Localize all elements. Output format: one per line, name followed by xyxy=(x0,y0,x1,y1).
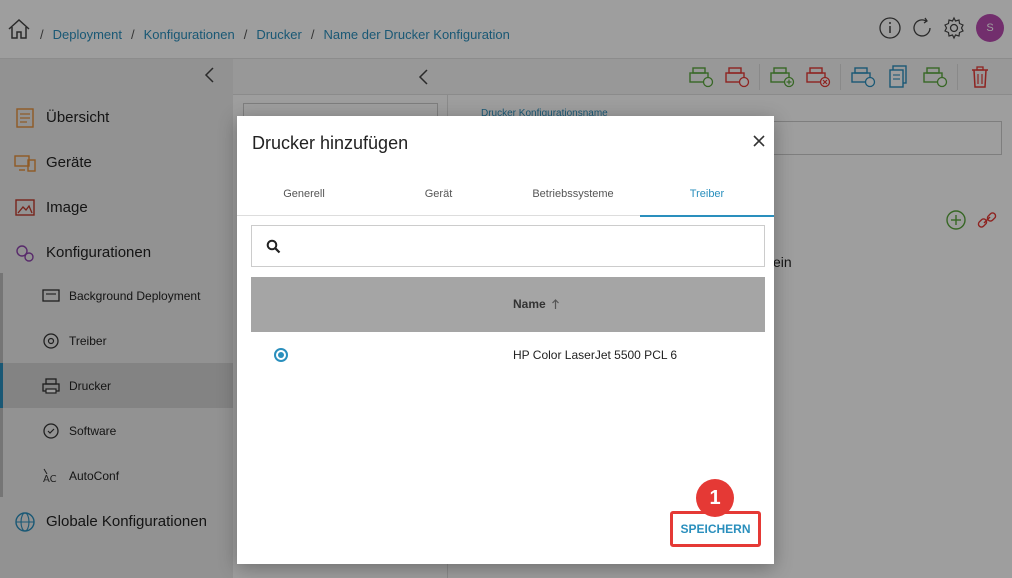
row-radio-selected[interactable] xyxy=(274,348,288,362)
search-icon xyxy=(266,239,281,254)
table-header: Name xyxy=(251,277,765,332)
dialog-tabs: Generell Gerät Betriebssysteme Treiber xyxy=(237,171,774,217)
tab-generell[interactable]: Generell xyxy=(237,171,371,216)
close-icon[interactable] xyxy=(753,135,765,147)
sort-ascending-icon xyxy=(551,298,559,309)
add-printer-dialog: Drucker hinzufügen Generell Gerät Betrie… xyxy=(237,116,774,564)
step-marker-badge: 1 xyxy=(696,479,734,517)
dialog-title: Drucker hinzufügen xyxy=(252,133,409,153)
tab-geraet[interactable]: Gerät xyxy=(371,171,506,216)
table-row[interactable]: HP Color LaserJet 5500 PCL 6 xyxy=(251,332,765,378)
driver-name: HP Color LaserJet 5500 PCL 6 xyxy=(513,348,678,362)
tab-betriebssysteme[interactable]: Betriebssysteme xyxy=(506,171,640,216)
search-input[interactable] xyxy=(292,234,752,260)
tab-treiber[interactable]: Treiber xyxy=(640,171,774,217)
column-header-label: Name xyxy=(513,297,546,311)
column-header-name[interactable]: Name xyxy=(513,297,560,311)
search-box xyxy=(251,225,765,267)
